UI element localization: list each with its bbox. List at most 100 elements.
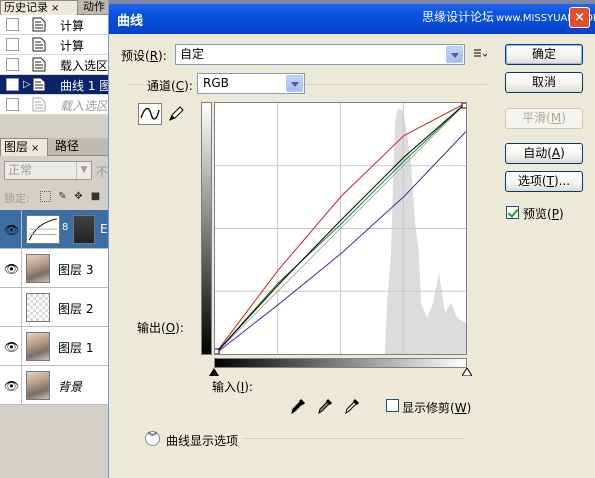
history-item[interactable]: 计算 (0, 15, 112, 35)
layer-row[interactable]: 👁 图层 3 (0, 249, 112, 288)
channel-label: 通道(C): (145, 77, 195, 94)
visibility-toggle-empty[interactable] (0, 288, 22, 327)
black-eyedropper-icon[interactable] (289, 397, 307, 415)
history-panel-tabs: 历史记录 × 动作 (0, 0, 112, 15)
opacity-label: 不 (96, 165, 109, 179)
options-access-key: T (546, 174, 554, 188)
history-item-label: 曲线 1 图 (60, 79, 112, 93)
layer-row-curves[interactable]: 👁 8 E (0, 210, 112, 249)
input-label: 输入(I): (212, 380, 253, 394)
layer-thumbnail (26, 293, 50, 322)
ok-button[interactable]: 确定 (505, 44, 583, 65)
preview-checkbox[interactable] (506, 206, 519, 219)
visibility-toggle[interactable]: 👁 (0, 210, 22, 249)
visibility-toggle[interactable]: 👁 (0, 366, 22, 405)
pencil-tool-icon[interactable] (167, 105, 185, 123)
lock-transparency-icon[interactable] (40, 191, 51, 202)
white-point-slider[interactable] (462, 368, 472, 376)
lock-move-icon[interactable]: ✥ (73, 191, 84, 202)
preset-options-menu-icon[interactable] (473, 48, 487, 60)
blend-mode-value: 正常 (8, 163, 33, 177)
preview-label[interactable]: 预览(P) (523, 205, 564, 222)
auto-access-key: A (551, 146, 561, 160)
chevron-down-icon: ▼ (76, 162, 91, 179)
options-button[interactable]: 选项(T)... (505, 171, 583, 192)
curve-point-white (461, 102, 468, 109)
curves-plot[interactable] (213, 102, 468, 355)
history-snapshot-checkbox[interactable] (6, 18, 19, 31)
layer-row[interactable]: 图层 2 (0, 288, 112, 327)
cancel-button[interactable]: 取消 (505, 72, 583, 93)
history-snapshot-checkbox[interactable] (6, 98, 19, 111)
eye-icon: 👁 (4, 223, 20, 237)
channel-select[interactable]: RGB (197, 73, 305, 94)
input-gradient-bar (214, 358, 467, 368)
auto-button-label: 自动 (523, 146, 548, 160)
close-button[interactable]: × (569, 7, 590, 28)
output-access-key: O (165, 321, 176, 335)
curves-graph[interactable] (213, 102, 468, 355)
history-item-ghost[interactable]: 载入选区 (0, 95, 112, 115)
layer-name: 背景 (58, 380, 83, 394)
tab-layers-label: 图层 (4, 140, 29, 154)
chevron-down-icon[interactable] (286, 75, 303, 92)
eye-icon: 👁 (4, 379, 20, 393)
document-icon (32, 17, 46, 32)
dialog-titlebar[interactable]: 曲线 思缘设计论坛 www.MISSYUAN.COM × (109, 0, 595, 34)
smooth-button-label: 平滑 (522, 111, 547, 125)
layer-name: E (100, 222, 108, 236)
black-point-slider[interactable] (209, 368, 219, 376)
history-snapshot-checkbox[interactable] (6, 58, 19, 71)
lock-all-icon[interactable]: ■ (90, 191, 101, 202)
history-item-label: 计算 (60, 39, 85, 53)
chevron-double-down-icon: ︾ (147, 433, 157, 443)
history-item[interactable]: 载入选区 (0, 55, 112, 75)
close-icon[interactable]: × (51, 3, 59, 14)
layer-row-background[interactable]: 👁 背景 (0, 366, 112, 405)
eye-icon: 👁 (4, 340, 20, 354)
lock-paint-icon[interactable]: ✎ (57, 191, 68, 202)
layer-name: 图层 2 (58, 302, 94, 316)
history-item[interactable]: 计算 (0, 35, 112, 55)
history-snapshot-checkbox[interactable] (6, 78, 19, 91)
visibility-toggle[interactable]: 👁 (0, 327, 22, 366)
preview-access-key: P (551, 207, 559, 221)
close-icon[interactable]: × (31, 143, 39, 154)
show-clipping-checkbox[interactable] (386, 399, 399, 412)
tab-actions-label: 动作 (83, 0, 105, 13)
layer-mask-thumbnail[interactable] (73, 215, 95, 244)
tab-paths-label: 路径 (55, 139, 80, 153)
link-icon: 8 (62, 222, 69, 233)
preset-access-key: R (149, 49, 159, 63)
chevron-down-icon[interactable] (446, 46, 463, 63)
input-label-text: 输入 (212, 380, 237, 394)
layer-row[interactable]: 👁 图层 1 (0, 327, 112, 366)
output-label-text: 输出 (137, 321, 162, 335)
document-icon (32, 77, 46, 92)
blend-mode-row: 正常 ▼ 不 (0, 160, 112, 182)
visibility-toggle[interactable]: 👁 (0, 249, 22, 288)
curve-display-options-label[interactable]: 曲线显示选项 (166, 432, 238, 449)
history-item-selected[interactable]: ▷ 曲线 1 图 (0, 75, 112, 95)
tab-history-label: 历史记录 (4, 1, 48, 14)
expand-options-button[interactable]: ︾ (145, 431, 160, 446)
input-access-key: I (240, 380, 245, 394)
blend-mode-select[interactable]: 正常 ▼ (4, 161, 92, 180)
layers-list: 👁 8 E 👁 图层 3 图层 2 👁 图层 1 👁 背景 (0, 210, 112, 405)
tab-history[interactable]: 历史记录 × (0, 0, 78, 15)
show-clipping-label[interactable]: 显示修剪(W) (402, 399, 471, 416)
layer-thumbnail (26, 254, 50, 283)
tab-layers[interactable]: 图层 × (0, 138, 48, 156)
curve-tool-icon (140, 107, 160, 120)
history-snapshot-checkbox[interactable] (6, 38, 19, 51)
history-state-marker-icon: ▷ (23, 79, 31, 90)
layer-thumbnail (26, 371, 50, 400)
preview-label-text: 预览 (523, 207, 548, 221)
auto-button[interactable]: 自动(A) (505, 143, 583, 164)
curve-edit-tool-button[interactable] (138, 103, 162, 125)
white-eyedropper-icon[interactable] (343, 397, 361, 415)
tab-paths[interactable]: 路径 (52, 138, 92, 156)
smooth-button[interactable]: 平滑(M) (505, 108, 583, 129)
preset-select[interactable]: 自定 (175, 44, 465, 65)
gray-eyedropper-icon[interactable] (316, 397, 334, 415)
